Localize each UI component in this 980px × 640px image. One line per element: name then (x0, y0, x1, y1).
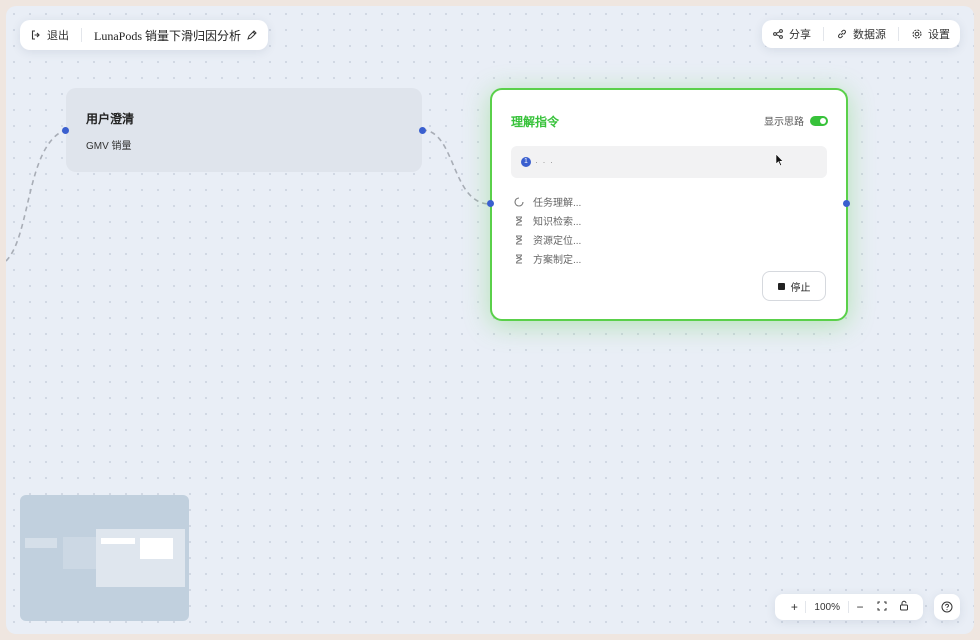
share-label: 分享 (789, 29, 811, 41)
node-output-handle[interactable] (843, 200, 850, 207)
link-icon (838, 29, 846, 39)
loading-dots: · · · (535, 157, 554, 167)
doc-title: LunaPods 销量下滑归因分析 (94, 28, 242, 43)
edge-incoming (6, 129, 66, 262)
thinking-input-row[interactable]: 1 · · · (511, 146, 827, 178)
settings-label: 设置 (928, 29, 950, 41)
progress-steps: 任务理解... 知识检索... 资源定位... 方案制定... (513, 192, 581, 268)
zoom-level: 100% (814, 601, 840, 613)
node-understand-instruction[interactable]: 理解指令 显示思路 1 · · · 任务理解... 知识检索... 资源定位..… (490, 88, 848, 321)
node-output-handle[interactable] (419, 127, 426, 134)
node-input-handle[interactable] (487, 200, 494, 207)
mouse-cursor-icon (775, 153, 784, 167)
lock-button[interactable] (893, 600, 915, 614)
hourglass-icon (516, 235, 523, 244)
share-button[interactable]: 分享 (772, 26, 811, 42)
datasource-button[interactable]: 数据源 (836, 26, 886, 42)
hourglass-icon (516, 216, 523, 225)
minimap-node (101, 538, 135, 544)
step-item: 知识检索... (513, 211, 581, 230)
step-label: 方案制定... (533, 255, 582, 266)
minimap-node (140, 538, 173, 559)
show-thinking-toggle[interactable] (810, 115, 828, 126)
stop-label: 停止 (790, 282, 811, 294)
flow-canvas[interactable]: 退出 LunaPods 销量下滑归因分析 分享 数据源 设置 用户澄清 GMV … (6, 6, 974, 634)
show-thinking-label: 显示思路 (764, 117, 804, 128)
settings-button[interactable]: 设置 (911, 26, 950, 42)
edit-pencil-icon[interactable] (246, 29, 258, 41)
stop-icon (777, 282, 785, 290)
datasource-label: 数据源 (853, 29, 886, 41)
gear-icon (912, 29, 922, 39)
toggle-knob (820, 117, 826, 124)
minimap[interactable] (20, 495, 189, 621)
top-toolbar: 分享 数据源 设置 (762, 20, 960, 48)
stop-button[interactable]: 停止 (762, 271, 826, 301)
node-title: 用户澄清 (86, 112, 135, 126)
step-label: 知识检索... (533, 217, 582, 228)
toolbar-divider (898, 27, 899, 41)
step-item: 任务理解... (513, 192, 581, 211)
step-number-badge: 1 (521, 157, 531, 167)
minimap-node (63, 537, 96, 569)
step-item: 方案制定... (513, 249, 581, 268)
lock-icon (900, 600, 908, 611)
node-subtitle: GMV 销量 (86, 141, 132, 152)
help-icon (941, 601, 953, 613)
toolbar-divider (823, 27, 824, 41)
step-item: 资源定位... (513, 230, 581, 249)
step-label: 资源定位... (533, 236, 582, 247)
node-user-clarify[interactable]: 用户澄清 GMV 销量 (66, 88, 422, 172)
show-thinking-toggle-row: 显示思路 (764, 113, 828, 128)
zoom-in-button[interactable]: + (783, 600, 805, 614)
hourglass-icon (516, 254, 523, 263)
node-input-handle[interactable] (62, 127, 69, 134)
exit-icon (31, 30, 40, 40)
exit-label: 退出 (47, 30, 69, 42)
minimap-node (25, 538, 57, 548)
exit-button[interactable]: 退出 (30, 27, 69, 43)
header-panel: 退出 LunaPods 销量下滑归因分析 (20, 20, 269, 50)
spinner-icon (514, 196, 524, 207)
fit-view-icon (877, 601, 887, 611)
node-title: 理解指令 (511, 115, 560, 129)
header-divider (81, 28, 82, 42)
fit-view-button[interactable] (871, 600, 893, 614)
help-button[interactable] (934, 594, 960, 620)
share-icon (773, 29, 783, 39)
zoom-out-button[interactable]: − (849, 600, 871, 614)
edge-clarify-to-understand (421, 129, 491, 205)
zoom-controls: + 100% − (775, 594, 923, 620)
step-label: 任务理解... (533, 198, 582, 209)
doc-title-button[interactable]: LunaPods 销量下滑归因分析 (94, 27, 258, 44)
